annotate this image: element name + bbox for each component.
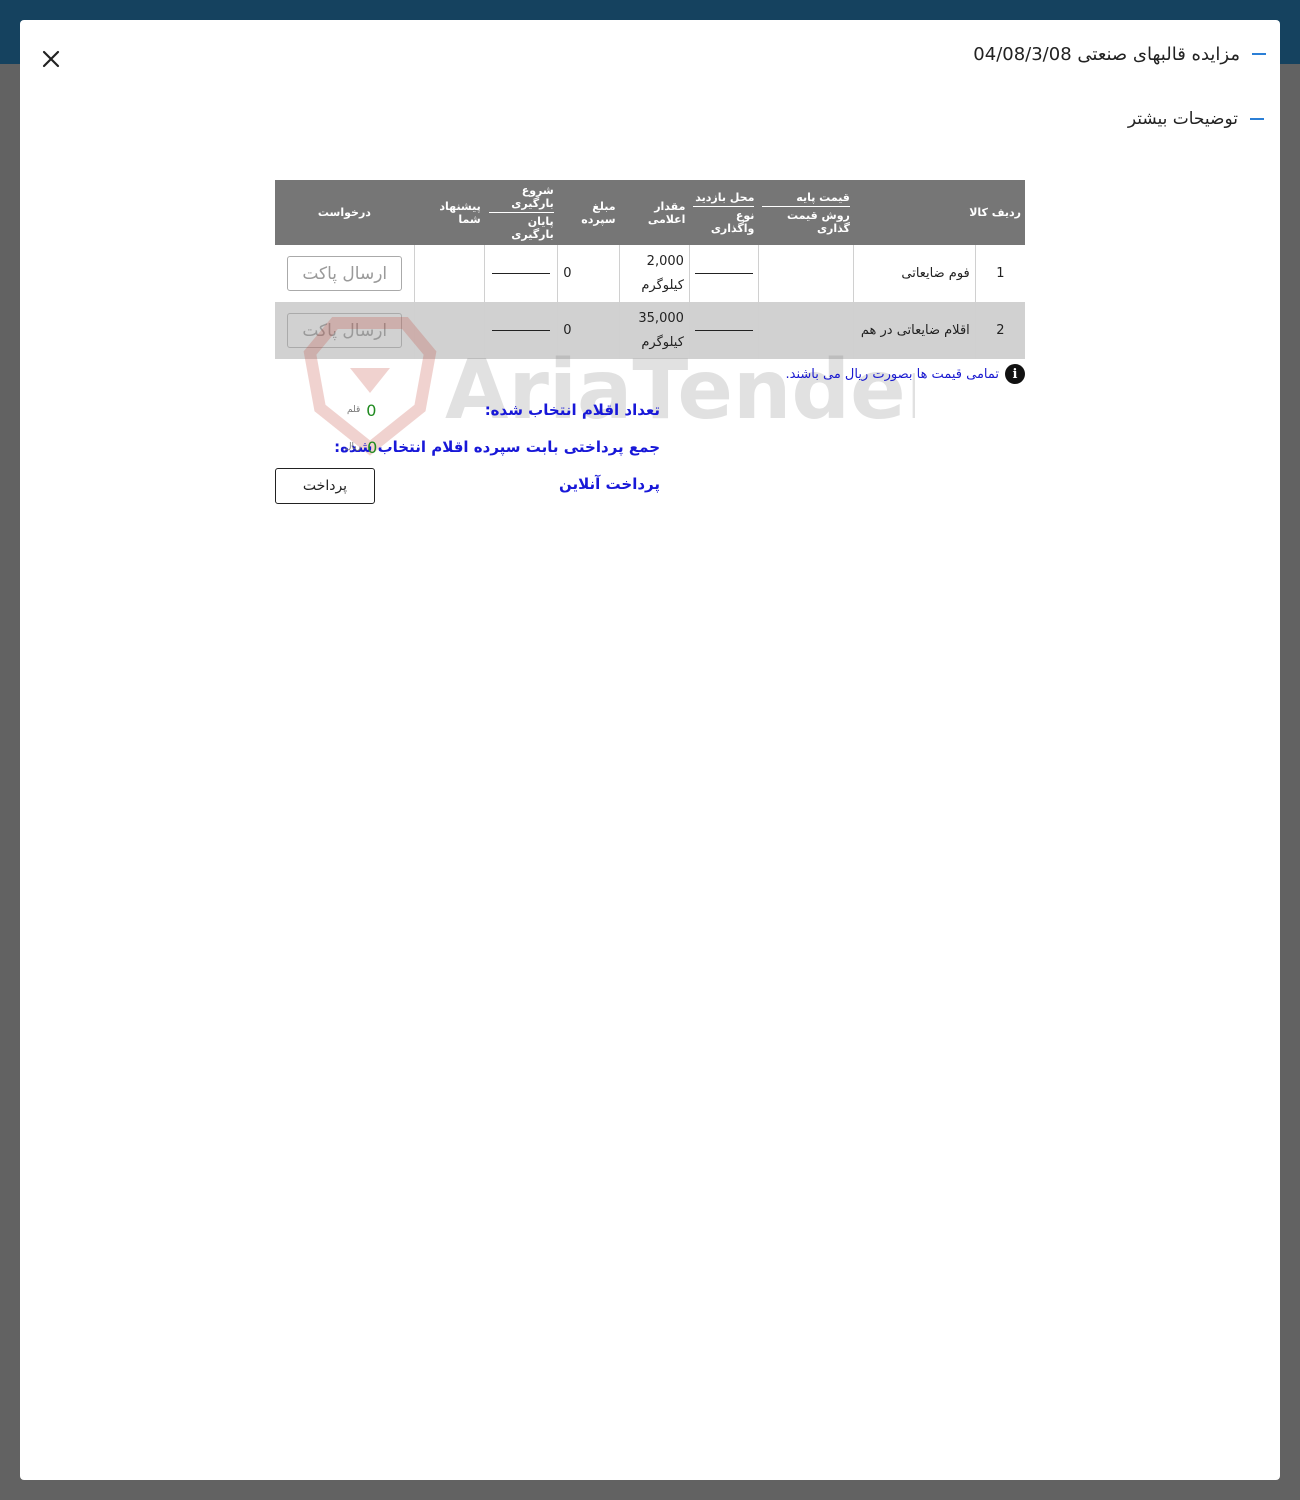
table-row: 1 فوم ضایعاتی 2,000 کیلوگرم 0 ارسال پاکت [275,245,1025,302]
header-row-item: ردیف کالا [853,180,1025,245]
row-index: 1 [974,245,1025,302]
auction-modal: مزایده قالبهای صنعتی 04/08/3/08 توضیحات … [20,20,1280,1480]
collapse-dash-icon [1250,118,1264,120]
send-envelope-button[interactable]: ارسال پاکت [287,313,403,348]
header-declared-amount: مقدار اعلامی [619,180,690,245]
header-base-price: قیمت پایه روش قیمت گذاری [758,180,854,245]
more-description-label: توضیحات بیشتر [1127,109,1238,129]
item-name: فوم ضایعاتی [853,245,976,302]
base-price-cell [757,245,854,302]
loading-cell [484,245,558,302]
visit-place-cell [688,245,759,302]
request-cell: ارسال پاکت [275,302,415,359]
items-table: ردیف کالا قیمت پایه روش قیمت گذاری محل ب… [275,180,1025,359]
item-name: اقلام ضایعاتی در هم [853,302,976,359]
deposit-cell: 0 [557,302,620,359]
visit-place-cell [688,302,759,359]
header-visit-place: محل بازدید نوع واگذاری [689,180,759,245]
notice-text: تمامی قیمت ها بصورت ریال می باشند. [785,366,1000,382]
pay-button[interactable]: پرداخت [275,468,375,504]
close-icon[interactable] [38,46,64,72]
send-envelope-button[interactable]: ارسال پاکت [287,256,403,291]
row-index: 2 [974,302,1025,359]
total-deposit-label: جمع پرداختی بابت سپرده اقلام انتخاب شده: [334,438,660,456]
offer-cell [414,302,485,359]
header-loading: شروع بارگیری پایان بارگیری [484,180,558,245]
selected-count-label: تعداد اقلام انتخاب شده: [484,401,660,419]
deposit-cell: 0 [557,245,620,302]
more-description-toggle[interactable]: توضیحات بیشتر [1128,107,1264,131]
selected-count-value: قلم 0 [347,400,377,420]
offer-cell [414,245,485,302]
currency-notice: i تمامی قیمت ها بصورت ریال می باشند. [785,362,1025,386]
base-price-cell [757,302,854,359]
quantity-cell: 2,000 کیلوگرم [619,245,690,302]
header-deposit-amount: مبلغ سپرده [557,180,620,245]
loading-cell [484,302,558,359]
online-payment-label: پرداخت آنلاین [558,475,660,493]
modal-title: مزایده قالبهای صنعتی 04/08/3/08 [973,42,1266,66]
request-cell: ارسال پاکت [275,245,415,302]
collapse-dash-icon[interactable] [1252,53,1266,55]
info-icon: i [1005,364,1025,384]
total-deposit-value: ریال 0 [345,437,378,457]
table-header-row: ردیف کالا قیمت پایه روش قیمت گذاری محل ب… [275,180,1025,245]
quantity-cell: 35,000 کیلوگرم [619,302,690,359]
table-row: 2 اقلام ضایعاتی در هم 35,000 کیلوگرم 0 ا… [275,302,1025,359]
modal-title-text: مزایده قالبهای صنعتی 04/08/3/08 [973,43,1240,65]
header-request: درخواست [275,180,415,245]
header-your-offer: پیشنهاد شما [414,180,485,245]
